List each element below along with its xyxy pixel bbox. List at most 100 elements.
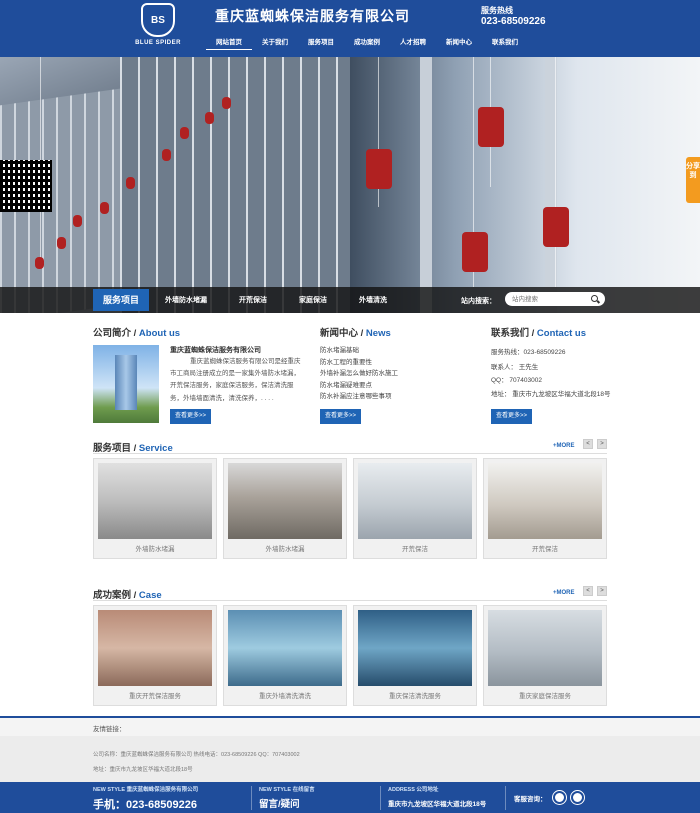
news-item[interactable]: 防水堵漏基础 xyxy=(320,345,470,357)
search-label: 站内搜索： xyxy=(461,298,496,305)
about-more-button[interactable]: 查看更多>> xyxy=(170,409,211,424)
divider xyxy=(380,786,381,810)
logo-text: BLUE SPIDER xyxy=(135,40,181,46)
cases-next-button[interactable]: > xyxy=(597,586,607,596)
bottom-message-link[interactable]: 留言/疑问 xyxy=(259,796,300,810)
bottom-address: 重庆市九龙坡区华福大道北段18号 xyxy=(388,801,487,808)
worker xyxy=(180,127,189,139)
divider xyxy=(93,453,607,454)
service-card[interactable]: 开荒保洁 xyxy=(483,458,607,559)
divider xyxy=(93,600,607,601)
contact-person: 联系人： 王先生 xyxy=(491,364,539,371)
contact-more-button[interactable]: 查看更多>> xyxy=(491,409,532,424)
service-link-home[interactable]: 家庭保洁 xyxy=(283,295,343,305)
about-heading: 公司简介 / About us xyxy=(93,328,181,339)
worker xyxy=(100,202,109,214)
cases-prev-button[interactable]: < xyxy=(583,586,593,596)
worker xyxy=(35,257,44,269)
case-photo xyxy=(358,610,472,686)
nav-about[interactable]: 关于我们 xyxy=(252,36,298,50)
qq-icon[interactable] xyxy=(571,791,584,804)
glass-pillar xyxy=(420,57,432,313)
bottom-message-label: NEW STYLE 在线留言 xyxy=(259,787,315,793)
building-photo xyxy=(93,345,159,423)
worker xyxy=(222,97,231,109)
footer-info-company: 公司名称：重庆蓝蜘蛛保洁服务有限公司 热线电话：023-68509226 QQ：… xyxy=(93,752,300,758)
services-next-button[interactable]: > xyxy=(597,439,607,449)
case-card[interactable]: 重庆家庭保洁服务 xyxy=(483,605,607,706)
service-link-construction[interactable]: 开荒保洁 xyxy=(223,295,283,305)
cases-more-link[interactable]: +MORE xyxy=(553,590,575,596)
service-card[interactable]: 外墙防水堵漏 xyxy=(93,458,217,559)
worker xyxy=(73,215,82,227)
hero-banner: 分享到 xyxy=(0,57,700,313)
nav-contact[interactable]: 联系我们 xyxy=(482,36,528,50)
service-photo xyxy=(228,463,342,539)
case-caption: 重庆保洁清洗服务 xyxy=(389,693,441,700)
worker xyxy=(543,207,569,247)
case-card[interactable]: 重庆外墙清洗清洗 xyxy=(223,605,347,706)
service-photo xyxy=(488,463,602,539)
nav-home[interactable]: 网站首页 xyxy=(206,36,252,50)
news-item[interactable]: 防水补漏应注意哪些事项 xyxy=(320,391,470,403)
bottom-address-label: ADDRESS 公司地址 xyxy=(388,787,439,793)
worker xyxy=(478,107,504,147)
logo[interactable]: BS BLUE SPIDER xyxy=(132,3,184,55)
service-bar-inner: 服务项目 外墙防水堵漏 开荒保洁 家庭保洁 外墙清洗 站内搜索： xyxy=(93,287,607,313)
divider xyxy=(505,786,506,810)
building-right xyxy=(350,57,700,313)
case-caption: 重庆开荒保洁服务 xyxy=(129,693,181,700)
service-link-wall[interactable]: 外墙清洗 xyxy=(343,295,403,305)
site-header: BS BLUE SPIDER 重庆蓝蜘蛛保洁服务有限公司 服务热线 023-68… xyxy=(0,0,700,57)
service-card[interactable]: 开荒保洁 xyxy=(353,458,477,559)
case-photo xyxy=(228,610,342,686)
nav-jobs[interactable]: 人才招聘 xyxy=(390,36,436,50)
qq-icon[interactable] xyxy=(553,791,566,804)
service-caption: 开荒保洁 xyxy=(402,546,428,553)
search-icon[interactable] xyxy=(591,295,598,302)
service-caption: 外墙防水堵漏 xyxy=(265,546,305,553)
nav-news[interactable]: 新闻中心 xyxy=(436,36,482,50)
news-more-button[interactable]: 查看更多>> xyxy=(320,409,361,424)
news-item[interactable]: 防水工程的重要性 xyxy=(320,357,470,369)
worker xyxy=(462,232,488,272)
cases-heading: 成功案例 / Case xyxy=(93,590,162,601)
case-caption: 重庆家庭保洁服务 xyxy=(519,693,571,700)
bottom-bar: NEW STYLE 重庆蓝蜘蛛保洁服务有限公司 手机：023-68509226 … xyxy=(0,782,700,813)
bottom-phone: 手机：023-68509226 xyxy=(93,799,197,811)
qr-code xyxy=(0,160,52,212)
service-caption: 外墙防水堵漏 xyxy=(135,546,175,553)
worker xyxy=(366,149,392,189)
search-input[interactable] xyxy=(505,292,605,306)
service-bar: 服务项目 外墙防水堵漏 开荒保洁 家庭保洁 外墙清洗 站内搜索： xyxy=(0,287,700,313)
services-heading: 服务项目 / Service xyxy=(93,443,173,454)
nav-services[interactable]: 服务项目 xyxy=(298,36,344,50)
services-prev-button[interactable]: < xyxy=(583,439,593,449)
footer-info xyxy=(0,736,700,782)
contact-qq: QQ： 707403002 xyxy=(491,377,542,384)
company-name: 重庆蓝蜘蛛保洁服务有限公司 xyxy=(215,8,410,24)
service-link-waterproof[interactable]: 外墙防水堵漏 xyxy=(149,295,223,305)
divider xyxy=(251,786,252,810)
service-card[interactable]: 外墙防水堵漏 xyxy=(223,458,347,559)
news-item[interactable]: 外墙补漏怎么做好防水施工 xyxy=(320,368,470,380)
worker xyxy=(126,177,135,189)
worker xyxy=(162,149,171,161)
friend-links-label: 友情链接： xyxy=(93,726,126,733)
share-button[interactable]: 分享到 xyxy=(686,157,700,203)
service-caption: 开荒保洁 xyxy=(532,546,558,553)
case-photo xyxy=(98,610,212,686)
services-more-link[interactable]: +MORE xyxy=(553,443,575,449)
case-photo xyxy=(488,610,602,686)
case-card[interactable]: 重庆开荒保洁服务 xyxy=(93,605,217,706)
news-item[interactable]: 防水堵漏疑难要点 xyxy=(320,380,470,392)
bottom-company-label: NEW STYLE 重庆蓝蜘蛛保洁服务有限公司 xyxy=(93,787,199,793)
news-heading: 新闻中心 / News xyxy=(320,328,391,339)
case-card[interactable]: 重庆保洁清洗服务 xyxy=(353,605,477,706)
hotline-label: 服务热线 xyxy=(481,6,513,15)
nav-cases[interactable]: 成功案例 xyxy=(344,36,390,50)
case-caption: 重庆外墙清洗清洗 xyxy=(259,693,311,700)
service-photo xyxy=(98,463,212,539)
contact-heading: 联系我们 / Contact us xyxy=(491,328,587,339)
worker xyxy=(57,237,66,249)
